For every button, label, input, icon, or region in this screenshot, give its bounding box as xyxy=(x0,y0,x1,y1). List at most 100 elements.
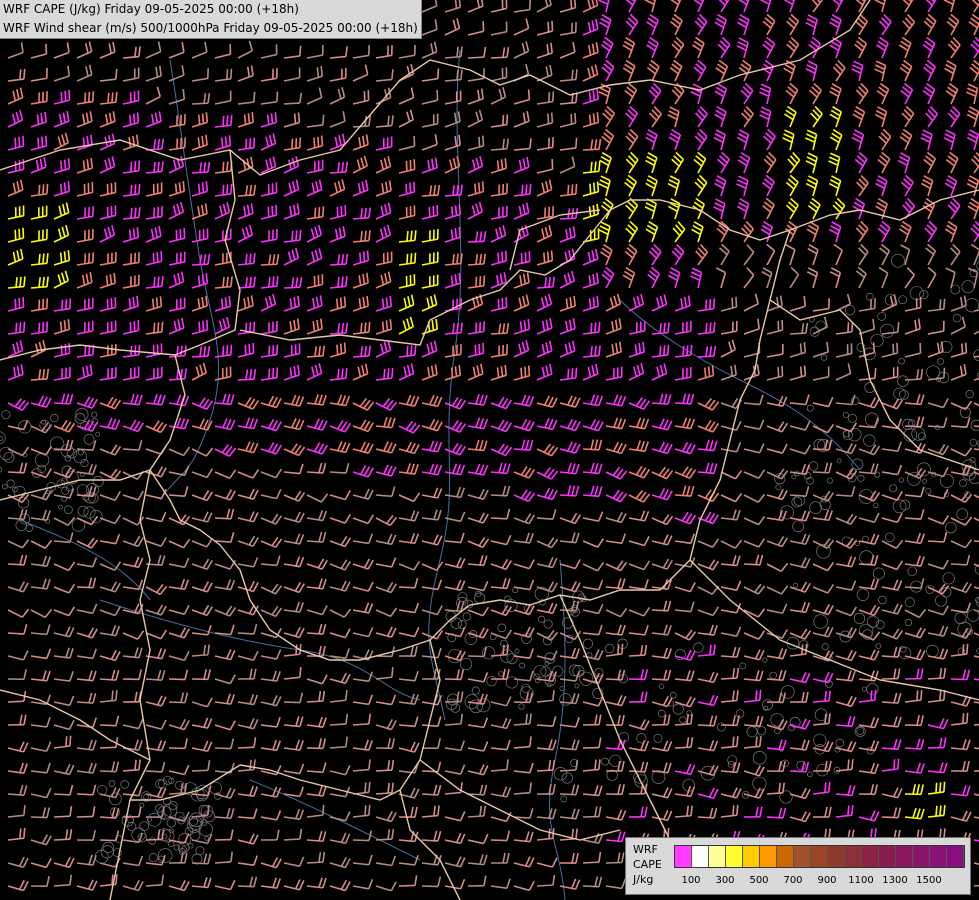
wind-barb xyxy=(513,156,530,174)
wind-barb xyxy=(648,243,662,266)
wind-barb xyxy=(375,738,395,750)
wind-barb xyxy=(7,762,28,774)
wind-barb xyxy=(30,298,49,312)
wind-barb xyxy=(812,604,834,616)
wind-barb xyxy=(973,862,979,868)
wind-barb xyxy=(927,466,949,478)
wind-barb xyxy=(168,42,185,59)
wind-barb xyxy=(904,784,925,796)
wind-barb xyxy=(444,442,467,456)
wind-barb xyxy=(260,320,278,335)
wind-barb xyxy=(214,559,236,570)
wind-barb xyxy=(646,13,659,36)
wind-barb xyxy=(881,321,900,335)
wind-barb xyxy=(720,320,738,335)
wind-barb xyxy=(513,762,534,774)
wind-barb xyxy=(467,875,487,887)
wind-barb xyxy=(899,128,913,151)
wind-barb xyxy=(398,875,418,887)
wind-barb xyxy=(375,319,393,335)
wind-barb xyxy=(398,626,420,638)
wind-barb xyxy=(829,83,842,105)
wind-barb xyxy=(651,363,668,381)
wind-barb xyxy=(99,761,120,773)
wind-barb xyxy=(743,715,764,727)
wind-barb xyxy=(76,879,98,891)
wind-barb xyxy=(76,762,97,774)
wind-barb xyxy=(53,225,70,243)
wind-barb xyxy=(329,394,351,407)
wind-barb xyxy=(628,465,651,479)
wind-barb xyxy=(559,759,579,772)
wind-barb xyxy=(99,343,117,358)
wind-barb xyxy=(375,759,395,772)
wind-barb xyxy=(651,294,668,312)
wind-barb xyxy=(490,47,510,59)
wind-barb xyxy=(260,254,280,266)
wind-barb xyxy=(785,174,799,197)
wind-barb xyxy=(513,489,536,503)
wind-barb xyxy=(329,490,351,501)
wind-barb xyxy=(808,36,822,59)
wind-barb xyxy=(904,394,925,406)
wind-barb xyxy=(743,583,766,595)
wind-barb xyxy=(858,397,880,409)
legend-swatch xyxy=(845,846,862,867)
wind-barb xyxy=(805,60,818,82)
wind-barb xyxy=(858,533,880,545)
wind-barb xyxy=(168,719,190,731)
wind-barb xyxy=(191,537,214,548)
wind-barb xyxy=(306,830,327,843)
wind-barb xyxy=(329,765,351,776)
wind-barb xyxy=(605,318,622,335)
wind-barb xyxy=(76,252,95,266)
wind-barb xyxy=(214,43,232,59)
wind-barb xyxy=(628,440,650,453)
wind-barb xyxy=(467,805,487,818)
wind-barb xyxy=(947,36,961,59)
wind-barb xyxy=(624,174,637,197)
wind-barb xyxy=(30,276,49,289)
wind-barb xyxy=(858,717,880,729)
wind-barb xyxy=(398,463,419,475)
wind-barb xyxy=(645,129,658,151)
wind-barb xyxy=(53,695,75,707)
wind-barb xyxy=(766,421,789,433)
wind-barb xyxy=(283,856,305,867)
wind-barb xyxy=(191,362,208,381)
wind-barb xyxy=(444,365,462,381)
wind-barb xyxy=(329,179,346,197)
wind-barb xyxy=(789,322,809,335)
wind-barb xyxy=(53,719,75,731)
wind-barb xyxy=(949,243,961,266)
wind-barb xyxy=(743,670,764,682)
wind-barb xyxy=(513,111,530,128)
wind-barb xyxy=(444,878,466,890)
wind-barb xyxy=(7,68,26,82)
wind-barb xyxy=(191,134,208,151)
wind-barb xyxy=(856,174,869,197)
wind-barb xyxy=(674,805,693,818)
wind-barb xyxy=(444,764,466,775)
wind-barb xyxy=(122,855,144,867)
wind-barb xyxy=(743,689,762,703)
wind-barb xyxy=(720,420,742,432)
terrain-contours xyxy=(0,253,979,865)
wind-barb xyxy=(214,532,235,543)
wind-barb xyxy=(237,650,259,662)
wind-barb xyxy=(628,606,651,617)
wind-barb xyxy=(812,781,831,795)
wind-barb xyxy=(628,691,648,703)
wind-barb xyxy=(766,443,788,454)
legend-swatch xyxy=(760,846,777,867)
legend-tick-label: 900 xyxy=(817,875,837,886)
wind-barb xyxy=(7,462,28,474)
wind-barb xyxy=(738,59,752,82)
wind-barb xyxy=(76,717,98,729)
wind-barb xyxy=(692,0,706,13)
wind-barb xyxy=(513,856,535,868)
wind-barb xyxy=(857,243,869,266)
wind-barb xyxy=(582,419,604,432)
wind-barb xyxy=(806,267,819,289)
wind-barb xyxy=(375,441,397,454)
